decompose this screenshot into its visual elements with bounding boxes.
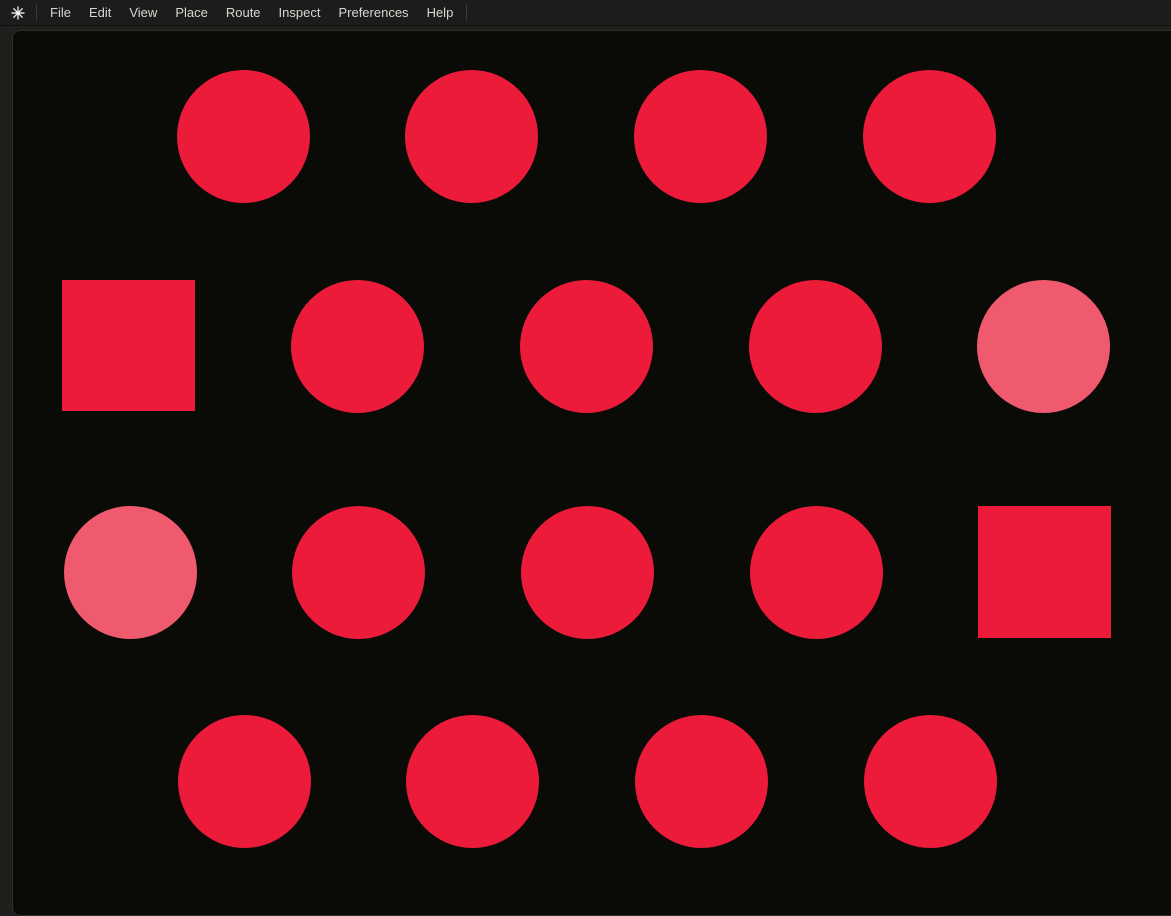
app-starburst-icon[interactable] <box>4 6 32 20</box>
pad-circle[interactable] <box>864 715 997 848</box>
pad-circle[interactable] <box>634 70 767 203</box>
menu-item-help[interactable]: Help <box>418 3 463 22</box>
menu-item-view[interactable]: View <box>120 3 166 22</box>
pad-circle[interactable] <box>750 506 883 639</box>
pad-circle[interactable] <box>178 715 311 848</box>
pad-circle[interactable] <box>520 280 653 413</box>
pad-circle[interactable] <box>64 506 197 639</box>
pad-circle[interactable] <box>292 506 425 639</box>
menu-items: FileEditViewPlaceRouteInspectPreferences… <box>41 3 462 22</box>
pad-square[interactable] <box>62 280 195 411</box>
menubar-separator <box>466 4 467 21</box>
pad-circle[interactable] <box>635 715 768 848</box>
menu-item-place[interactable]: Place <box>166 3 217 22</box>
menu-item-inspect[interactable]: Inspect <box>270 3 330 22</box>
menu-item-file[interactable]: File <box>41 3 80 22</box>
pad-circle[interactable] <box>863 70 996 203</box>
pad-circle[interactable] <box>977 280 1110 413</box>
menu-bar: FileEditViewPlaceRouteInspectPreferences… <box>0 0 1171 26</box>
pad-square[interactable] <box>978 506 1111 638</box>
menu-item-route[interactable]: Route <box>217 3 270 22</box>
menu-item-preferences[interactable]: Preferences <box>329 3 417 22</box>
pad-circle[interactable] <box>177 70 310 203</box>
pad-circle[interactable] <box>406 715 539 848</box>
menu-item-edit[interactable]: Edit <box>80 3 120 22</box>
pad-circle[interactable] <box>749 280 882 413</box>
pad-circle[interactable] <box>405 70 538 203</box>
menubar-separator <box>36 4 37 21</box>
pad-circle[interactable] <box>521 506 654 639</box>
pad-circle[interactable] <box>291 280 424 413</box>
